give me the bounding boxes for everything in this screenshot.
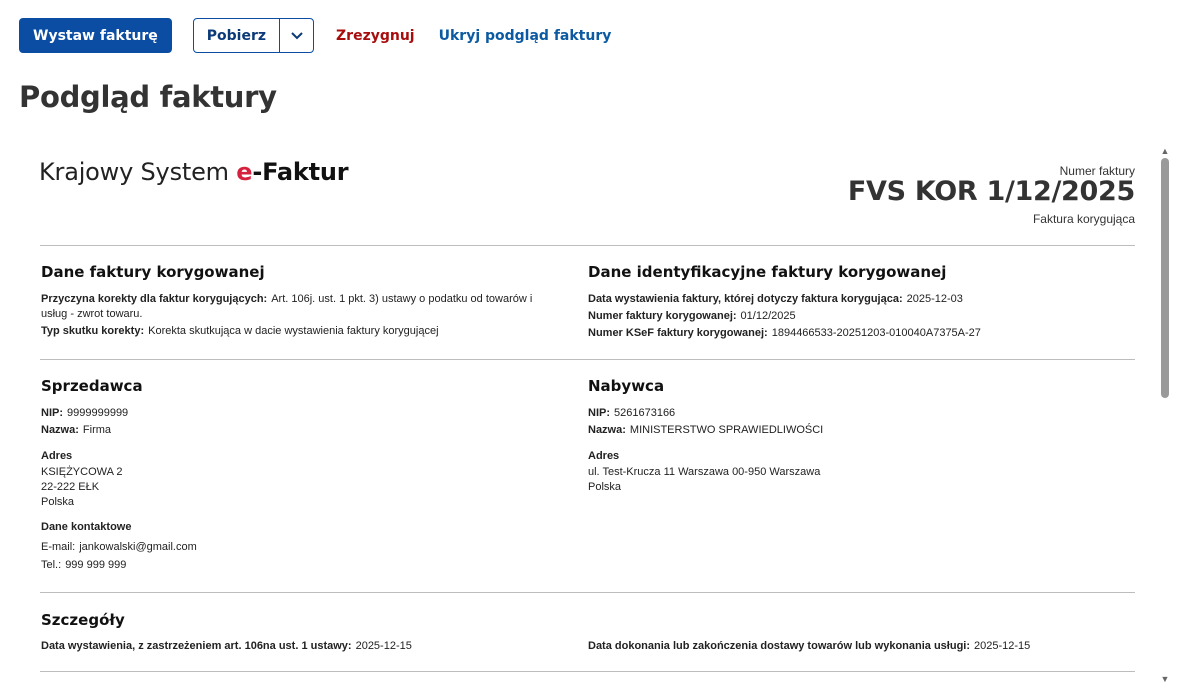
seller-name: Nazwa: Firma bbox=[41, 424, 112, 436]
buyer-title: Nabywca bbox=[588, 377, 665, 395]
corrected-invoice-ksef: Numer KSeF faktury korygowanej: 189446653… bbox=[588, 327, 981, 339]
delivery-date: Data dokonania lub zakończenia dostawy t… bbox=[588, 640, 1031, 652]
issue-invoice-button[interactable]: Wystaw fakturę bbox=[19, 18, 172, 53]
buyer-address-title: Adres bbox=[588, 450, 620, 462]
toolbar: Wystaw fakturę Pobierz Zrezygnuj Ukryj p… bbox=[19, 18, 611, 53]
invoice-number: FVS KOR 1/12/2025 bbox=[847, 176, 1135, 207]
buyer-name: Nazwa: MINISTERSTWO SPRAWIEDLIWOŚCI bbox=[588, 424, 824, 436]
chevron-down-icon bbox=[290, 27, 303, 45]
scroll-up-arrow-icon[interactable]: ▲ bbox=[1160, 146, 1170, 156]
corrected-invoice-title: Dane faktury korygowanej bbox=[41, 263, 265, 281]
download-button[interactable]: Pobierz bbox=[194, 19, 281, 52]
corrected-invoice-id-title: Dane identyfikacyjne faktury korygowanej bbox=[588, 263, 947, 281]
divider bbox=[40, 592, 1135, 593]
seller-address: KSIĘŻYCOWA 2 22-222 EŁK Polska bbox=[41, 466, 123, 508]
page-title: Podgląd faktury bbox=[19, 80, 277, 114]
seller-phone: Tel.: 999 999 999 bbox=[41, 559, 127, 571]
seller-title: Sprzedawca bbox=[41, 377, 143, 395]
scroll-down-arrow-icon[interactable]: ▼ bbox=[1160, 674, 1170, 684]
download-options-toggle[interactable] bbox=[280, 19, 313, 52]
preview-scrollbar[interactable]: ▲ ▼ bbox=[1160, 146, 1170, 684]
correction-effect: Typ skutku korekty: Korekta skutkująca w … bbox=[41, 325, 439, 337]
correction-reason: Przyczyna korekty dla faktur korygującyc… bbox=[41, 293, 533, 320]
seller-address-title: Adres bbox=[41, 450, 73, 462]
buyer-address: ul. Test-Krucza 11 Warszawa 00-950 Warsz… bbox=[588, 466, 821, 493]
corrected-invoice-number: Numer faktury korygowanej: 01/12/2025 bbox=[588, 310, 796, 322]
scrollbar-thumb[interactable] bbox=[1161, 158, 1169, 398]
seller-email: E-mail: jankowalski@gmail.com bbox=[41, 541, 197, 553]
divider bbox=[40, 245, 1135, 246]
buyer-nip: NIP: 5261673166 bbox=[588, 407, 676, 419]
seller-nip: NIP: 9999999999 bbox=[41, 407, 129, 419]
divider bbox=[40, 359, 1135, 360]
divider bbox=[40, 671, 1135, 672]
hide-preview-link[interactable]: Ukryj podgląd faktury bbox=[439, 28, 612, 44]
corrected-invoice-date: Data wystawienia faktury, której dotyczy… bbox=[588, 293, 963, 305]
details-title: Szczegóły bbox=[41, 611, 125, 629]
seller-contact-title: Dane kontaktowe bbox=[41, 521, 132, 533]
ksef-logo: Krajowy System e-Faktur bbox=[39, 158, 349, 186]
issue-date: Data wystawienia, z zastrzeżeniem art. 1… bbox=[41, 640, 412, 652]
cancel-link[interactable]: Zrezygnuj bbox=[336, 28, 415, 44]
download-split-button: Pobierz bbox=[192, 18, 315, 53]
invoice-type: Faktura korygująca bbox=[1032, 212, 1135, 226]
